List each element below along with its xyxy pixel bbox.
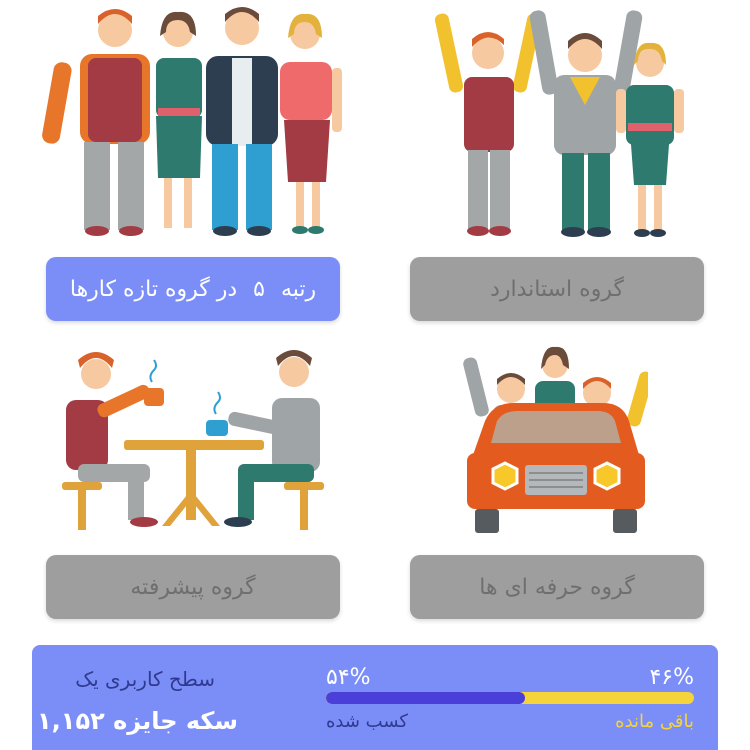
earned-percent: ۵۴% <box>326 665 371 690</box>
rank-suffix: در گروه تازه کارها <box>69 276 238 302</box>
reward-coins: سکه جایزه ۱,۱۵۲ <box>37 707 238 735</box>
rank-prefix: رتبه <box>280 276 317 302</box>
advanced-group-button[interactable]: گروه پیشرفته <box>46 555 340 619</box>
remaining-label: باقی مانده <box>615 711 694 732</box>
professional-group-label: گروه حرفه ای ها <box>479 574 635 600</box>
remaining-percent: ۴۶% <box>649 665 694 690</box>
standard-group-illustration <box>434 10 684 237</box>
standard-group-label: گروه استاندارد <box>490 276 624 302</box>
earned-label: کسب شده <box>326 711 408 732</box>
fresh-group-illustration <box>42 7 342 236</box>
professional-group-button[interactable]: گروه حرفه ای ها <box>410 555 704 619</box>
level-progress-fill <box>326 692 525 704</box>
user-level-panel: سطح کاربری یک سکه جایزه ۱,۱۵۲ ۵۴% ۴۶% کس… <box>32 645 718 750</box>
standard-group-button[interactable]: گروه استاندارد <box>410 257 704 321</box>
fresh-group-rank-button[interactable]: رتبه ۵ در گروه تازه کارها <box>46 257 340 321</box>
advanced-group-illustration <box>62 350 324 530</box>
advanced-group-label: گروه پیشرفته <box>130 574 256 600</box>
professional-group-illustration <box>463 346 648 533</box>
rank-number: ۵ <box>253 276 265 302</box>
level-progress-bar <box>326 692 694 704</box>
user-level-title: سطح کاربری یک <box>75 667 215 691</box>
